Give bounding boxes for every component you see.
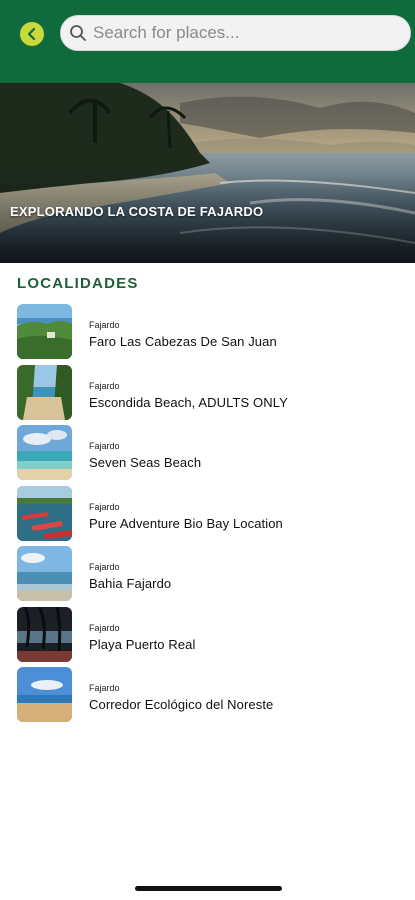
list-item-place[interactable]: Fajardo Pure Adventure Bio Bay Location [0,485,415,547]
list-item-place[interactable]: Fajardo Playa Puerto Real [0,606,415,668]
list-item-place[interactable]: Fajardo Corredor Ecológico del Noreste [0,667,415,728]
place-name: Faro Las Cabezas De San Juan [89,334,277,349]
place-name: Pure Adventure Bio Bay Location [89,515,283,531]
search-input[interactable] [93,23,393,43]
hero-title: EXPLORANDO LA COSTA DE FAJARDO [10,204,264,219]
hero-image [0,83,415,263]
chevron-left-icon [27,27,36,41]
list-item-place[interactable]: Fajardo Faro Las Cabezas De San Juan [0,304,415,365]
app-header [0,0,415,83]
place-thumbnail [17,304,72,359]
place-city: Fajardo [89,441,120,451]
place-city: Fajardo [89,683,120,693]
list-item-place[interactable]: Fajardo Escondida Beach, ADULTS ONLY [0,364,415,426]
search-icon [70,25,86,41]
place-city: Fajardo [89,501,120,512]
place-thumbnail [17,485,72,541]
place-thumbnail [17,667,72,722]
back-button[interactable] [20,22,44,46]
place-name: Playa Puerto Real [89,636,196,652]
home-indicator[interactable] [135,886,282,891]
place-city: Fajardo [89,380,120,391]
place-city: Fajardo [89,562,120,572]
list-item-place[interactable]: Fajardo Seven Seas Beach [0,425,415,486]
place-name: Bahia Fajardo [89,576,172,591]
place-thumbnail [17,425,72,480]
search-bar[interactable] [60,15,411,51]
place-thumbnail [17,364,72,420]
section-title: LOCALIDADES [17,275,139,292]
places-list: Fajardo Faro Las Cabezas De San Juan Faj… [0,304,415,728]
place-name: Corredor Ecológico del Noreste [89,697,274,712]
place-city: Fajardo [89,622,120,633]
place-thumbnail [17,606,72,662]
place-name: Seven Seas Beach [89,455,202,470]
hero-banner: EXPLORANDO LA COSTA DE FAJARDO [0,83,415,263]
list-item-place[interactable]: Fajardo Bahia Fajardo [0,546,415,607]
place-city: Fajardo [89,320,120,330]
place-thumbnail [17,546,72,601]
place-name: Escondida Beach, ADULTS ONLY [89,394,288,410]
